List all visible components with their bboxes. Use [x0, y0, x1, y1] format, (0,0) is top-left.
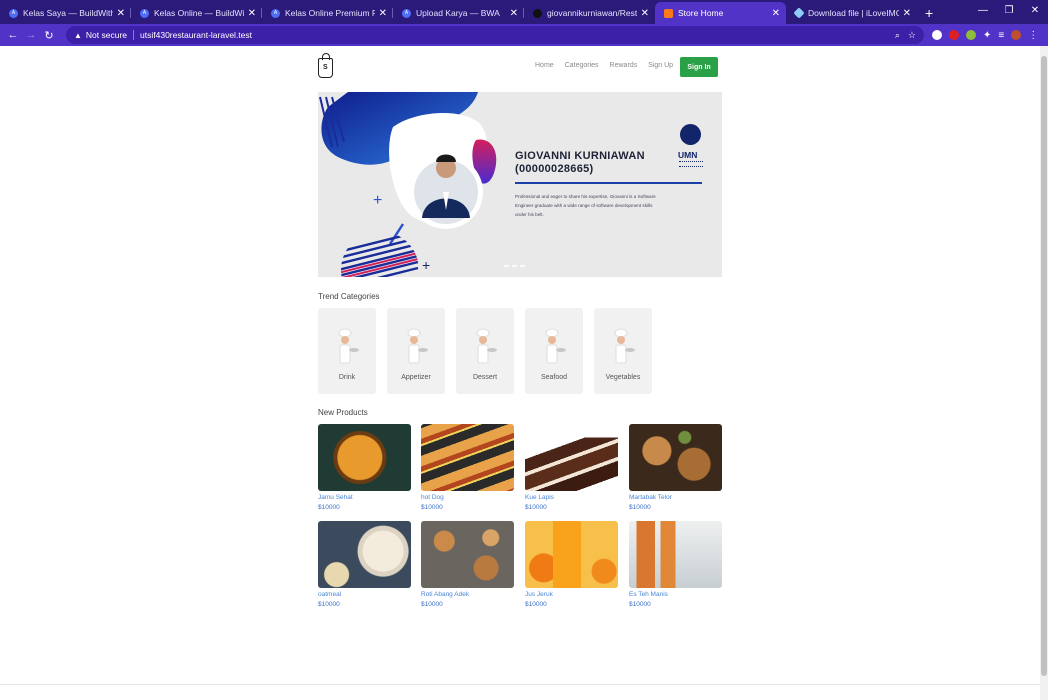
close-window-icon[interactable]: ✕: [1022, 0, 1048, 20]
minimize-icon[interactable]: —: [970, 0, 996, 20]
nav-home[interactable]: Home: [535, 62, 554, 69]
product-image[interactable]: [629, 424, 722, 491]
bwa-icon: A: [402, 8, 411, 18]
bwa-icon: A: [271, 8, 280, 18]
window-controls: — ❐ ✕: [970, 0, 1048, 22]
browser-tab[interactable]: AKelas Saya — BuildWith Angga✕: [0, 2, 131, 24]
page-scrollbar[interactable]: [1040, 46, 1048, 700]
browser-tab-active[interactable]: Store Home ✕: [655, 2, 786, 24]
bwa-icon: A: [140, 8, 149, 18]
menu-icon[interactable]: ⋮: [1028, 30, 1038, 41]
address-bar[interactable]: ▲ Not secure utsif430restaurant-laravel.…: [66, 26, 924, 44]
extensions-area: ✦ ≡ ⋮: [932, 30, 1038, 41]
browser-tab[interactable]: A Upload Karya — BWA ✕: [393, 2, 524, 24]
product-image[interactable]: [421, 424, 514, 491]
zoom-icon[interactable]: ⌕: [895, 30, 900, 41]
hero-decoration: + +: [319, 92, 497, 277]
footer-divider: [0, 684, 1040, 685]
close-tab-icon[interactable]: ✕: [510, 8, 518, 19]
product-image[interactable]: [318, 424, 411, 491]
hero-description: Professional and eager to share his expe…: [515, 194, 656, 217]
hero-name: GIOVANNI KURNIAWAN (00000028665): [515, 150, 645, 175]
reading-list-icon[interactable]: ≡: [998, 30, 1004, 41]
product-image[interactable]: [318, 521, 411, 588]
product-image[interactable]: [629, 521, 722, 588]
nav-signup[interactable]: Sign Up: [648, 62, 673, 69]
puzzle-icon[interactable]: ✦: [983, 30, 991, 41]
close-tab-icon[interactable]: ✕: [379, 8, 387, 19]
page-content: S Home Categories Rewards Sign Up Sign I…: [0, 46, 1040, 700]
product-image[interactable]: [421, 521, 514, 588]
chef-icon: [338, 328, 359, 364]
close-tab-icon[interactable]: ✕: [248, 8, 256, 19]
svg-text:+: +: [422, 257, 430, 273]
product-card[interactable]: Jus Jeruk $10000: [525, 521, 618, 608]
forward-icon[interactable]: →: [22, 29, 40, 41]
svg-text:+: +: [373, 192, 382, 209]
browser-tab[interactable]: AKelas Online — BuildWith Angga✕: [131, 2, 262, 24]
main-nav: Home Categories Rewards Sign Up: [535, 62, 673, 69]
restore-icon[interactable]: ❐: [996, 0, 1022, 20]
product-card[interactable]: oatmeal $10000: [318, 521, 411, 608]
store-logo-icon[interactable]: S: [318, 53, 333, 78]
bookmark-star-icon[interactable]: ☆: [908, 30, 916, 41]
category-card-drink[interactable]: Drink: [318, 308, 376, 394]
browser-tab[interactable]: Download file | iLoveIMG ✕: [786, 2, 917, 24]
product-card[interactable]: Es Teh Manis $10000: [629, 521, 722, 608]
umn-logo-icon: [680, 124, 701, 145]
browser-tab[interactable]: giovannikurniawan/Restoran: W✕: [524, 2, 655, 24]
chef-icon: [614, 328, 635, 364]
nav-categories[interactable]: Categories: [565, 62, 599, 69]
iloveimg-icon: [793, 7, 805, 19]
product-image[interactable]: [525, 521, 618, 588]
category-card-dessert[interactable]: Dessert: [456, 308, 514, 394]
warning-icon: ▲: [74, 30, 82, 40]
profile-avatar[interactable]: [1011, 30, 1022, 40]
back-icon[interactable]: ←: [4, 29, 22, 41]
category-card-seafood[interactable]: Seafood: [525, 308, 583, 394]
browser-tab-strip: AKelas Saya — BuildWith Angga✕ AKelas On…: [0, 0, 1048, 24]
product-card[interactable]: Martabak Telor $10000: [629, 424, 722, 511]
browser-tab[interactable]: AKelas Online Premium Full-Stack✕: [262, 2, 393, 24]
category-card-vegetables[interactable]: Vegetables: [594, 308, 652, 394]
hero-divider: [515, 182, 702, 184]
extension-icon[interactable]: [966, 30, 976, 40]
product-card[interactable]: Jamu Sehat $10000: [318, 424, 411, 511]
close-tab-icon[interactable]: ✕: [641, 8, 649, 19]
close-tab-icon[interactable]: ✕: [117, 8, 125, 19]
extension-icon[interactable]: [949, 30, 959, 40]
product-card[interactable]: Kue Lapis $10000: [525, 424, 618, 511]
product-image[interactable]: [525, 424, 618, 491]
carousel-indicators[interactable]: [504, 265, 525, 267]
store-icon: [664, 8, 673, 18]
extension-icon[interactable]: [932, 30, 942, 40]
new-tab-button[interactable]: +: [925, 5, 933, 21]
nav-rewards[interactable]: Rewards: [610, 62, 638, 69]
product-card[interactable]: hot Dog $10000: [421, 424, 514, 511]
security-label: Not secure: [85, 30, 128, 40]
url-text: utsif430restaurant-laravel.test: [140, 30, 253, 40]
product-card[interactable]: Roti Abang Adek $10000: [421, 521, 514, 608]
signin-button[interactable]: Sign In: [680, 57, 718, 77]
chef-icon: [407, 328, 428, 364]
close-tab-icon[interactable]: ✕: [903, 8, 911, 19]
bwa-icon: A: [9, 8, 18, 18]
umn-logo-text: UMN: [678, 150, 698, 160]
close-tab-icon[interactable]: ✕: [772, 8, 780, 19]
github-icon: [533, 8, 542, 18]
chef-icon: [545, 328, 566, 364]
trend-categories-title: Trend Categories: [318, 292, 380, 301]
new-products-title: New Products: [318, 408, 368, 417]
hero-banner: + + GIOVANNI KURNIAWAN (00000028665) UMN…: [318, 92, 722, 277]
category-card-appetizer[interactable]: Appetizer: [387, 308, 445, 394]
browser-toolbar: ← → ↻ ▲ Not secure utsif430restaurant-la…: [0, 24, 1048, 46]
reload-icon[interactable]: ↻: [40, 29, 58, 42]
chef-icon: [476, 328, 497, 364]
